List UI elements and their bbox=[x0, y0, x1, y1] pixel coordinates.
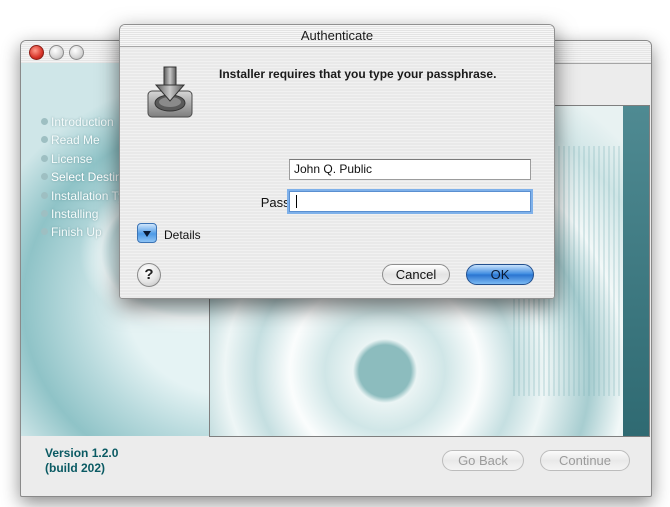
step-bullet-icon bbox=[41, 136, 48, 144]
dialog-title: Authenticate bbox=[120, 25, 554, 47]
build-number: (build 202) bbox=[45, 461, 106, 475]
text-cursor bbox=[296, 195, 297, 208]
step-bullet-icon bbox=[41, 210, 48, 218]
continue-button[interactable]: Continue bbox=[540, 450, 630, 471]
installer-package-icon bbox=[147, 66, 193, 118]
ok-button[interactable]: OK bbox=[466, 264, 534, 285]
cancel-button[interactable]: Cancel bbox=[382, 264, 450, 285]
help-button[interactable]: ? bbox=[137, 263, 161, 287]
step-bullet-icon bbox=[41, 191, 48, 199]
zoom-window-button[interactable] bbox=[69, 45, 84, 60]
details-disclosure-triangle-icon[interactable] bbox=[137, 223, 157, 243]
step-bullet-icon bbox=[41, 118, 48, 125]
auth-message: Installer requires that you type your pa… bbox=[219, 67, 497, 81]
details-label[interactable]: Details bbox=[164, 228, 201, 242]
version-info: Version 1.2.0 (build 202) bbox=[45, 446, 118, 476]
go-back-button[interactable]: Go Back bbox=[442, 450, 524, 471]
minimize-window-button[interactable] bbox=[49, 45, 64, 60]
step-bullet-icon bbox=[41, 173, 48, 181]
background-stripe bbox=[623, 106, 649, 436]
authenticate-dialog: Authenticate Installer requires that you… bbox=[119, 24, 555, 299]
version-number: Version 1.2.0 bbox=[45, 446, 119, 460]
step-bullet-icon bbox=[41, 228, 48, 236]
name-field[interactable]: John Q. Public bbox=[289, 159, 531, 180]
close-window-button[interactable] bbox=[29, 45, 44, 60]
password-field[interactable] bbox=[289, 191, 531, 212]
step-bullet-icon bbox=[41, 154, 48, 162]
